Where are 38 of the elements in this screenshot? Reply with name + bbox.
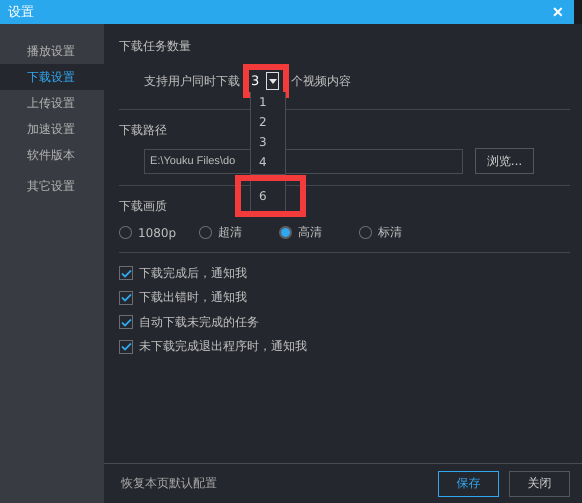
- dropdown-option[interactable]: 4: [251, 152, 285, 172]
- radio-button[interactable]: [279, 226, 292, 239]
- checkbox-label: 未下载完成退出程序时，通知我: [139, 338, 307, 356]
- close-dialog-button[interactable]: 关闭: [509, 470, 570, 496]
- checkbox[interactable]: [119, 290, 133, 305]
- radio-label: 1080p: [138, 226, 176, 240]
- checkbox-label: 下载出错时，通知我: [139, 289, 247, 306]
- sidebar-item[interactable]: 下载设置: [0, 64, 104, 90]
- sidebar-item[interactable]: 加速设置: [0, 116, 104, 142]
- radio-label: 超清: [218, 224, 242, 241]
- count-dropdown[interactable]: 3: [251, 71, 279, 91]
- section-heading: 下载任务数量: [119, 38, 191, 55]
- browse-button[interactable]: 浏览...: [475, 148, 534, 174]
- caret-icon: [266, 72, 279, 90]
- sidebar-item[interactable]: 其它设置: [0, 173, 104, 199]
- label-text: 支持用户同时下载: [144, 72, 240, 90]
- section-heading: 下载画质: [119, 198, 167, 215]
- radio-label: 标清: [378, 224, 402, 241]
- checkbox-label: 自动下载未完成的任务: [139, 314, 259, 331]
- label-text: 个视频内容: [291, 72, 351, 90]
- checkbox[interactable]: [119, 266, 133, 280]
- section-heading: 下载路径: [119, 122, 167, 139]
- checkbox-label: 下载完成后，通知我: [139, 264, 247, 282]
- radio-button[interactable]: [199, 226, 212, 239]
- sidebar-item[interactable]: 播放设置: [0, 38, 104, 64]
- dropdown-option[interactable]: 1: [251, 92, 285, 112]
- radio-label: 高清: [298, 224, 322, 241]
- checkbox[interactable]: [119, 315, 133, 330]
- checkbox[interactable]: [119, 340, 133, 354]
- restore-defaults-link[interactable]: 恢复本页默认配置: [121, 475, 217, 492]
- dropdown-option[interactable]: 2: [251, 112, 285, 132]
- sidebar-item[interactable]: 软件版本: [0, 142, 104, 168]
- window-title: 设置: [8, 4, 34, 21]
- save-button[interactable]: 保存: [438, 470, 499, 496]
- dropdown-option[interactable]: 6: [251, 186, 267, 206]
- sidebar-item[interactable]: 上传设置: [0, 90, 104, 116]
- radio-button[interactable]: [359, 226, 372, 239]
- radio-button[interactable]: [119, 226, 132, 239]
